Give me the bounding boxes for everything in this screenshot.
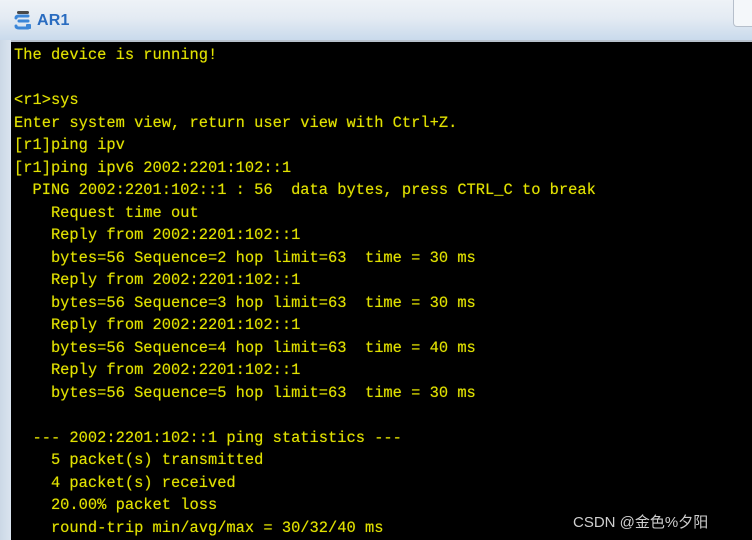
terminal-line: 4 packet(s) received [14,473,236,492]
router-icon [13,10,33,32]
terminal-line: The device is running! [14,46,218,64]
terminal-line: [r1]ping ipv6 2002:2201:102::1 [14,158,292,177]
terminal-line: <r1>sys [14,91,79,109]
window-title: AR1 [37,12,70,29]
watermark-text: CSDN @金色%夕阳 [573,514,709,531]
terminal-line: Reply from 2002:2201:102::1 [14,316,301,334]
terminal-line: Enter system view, return user view with… [14,113,458,132]
terminal-line: Reply from 2002:2201:102::1 [14,271,301,289]
terminal-output: The device is running! <r1>sys Enter syste… [14,44,596,539]
terminal-line: bytes=56 Sequence=5 hop limit=63 time = … [14,383,476,402]
terminal-line: 20.00% packet loss [14,496,218,514]
terminal-line: Request time out [14,203,199,222]
terminal-line: bytes=56 Sequence=4 hop limit=63 time = … [14,338,476,357]
terminal-line: 5 packet(s) transmitted [14,451,264,469]
window-frame-left [0,40,11,540]
terminal-line: [r1]ping ipv [14,136,125,154]
terminal-line: PING 2002:2201:102::1 : 56 data bytes, p… [14,181,596,199]
window-titlebar[interactable]: AR1 [0,0,752,40]
terminal-line: --- 2002:2201:102::1 ping statistics --- [14,428,402,447]
terminal-line: Reply from 2002:2201:102::1 [14,361,301,379]
terminal-line: round-trip min/avg/max = 30/32/40 ms [14,518,384,537]
terminal-console[interactable]: The device is running! <r1>sys Enter syste… [11,40,752,540]
window-control-button[interactable] [733,0,752,27]
terminal-line: bytes=56 Sequence=2 hop limit=63 time = … [14,248,476,267]
terminal-line: bytes=56 Sequence=3 hop limit=63 time = … [14,293,476,312]
terminal-line: Reply from 2002:2201:102::1 [14,226,301,244]
